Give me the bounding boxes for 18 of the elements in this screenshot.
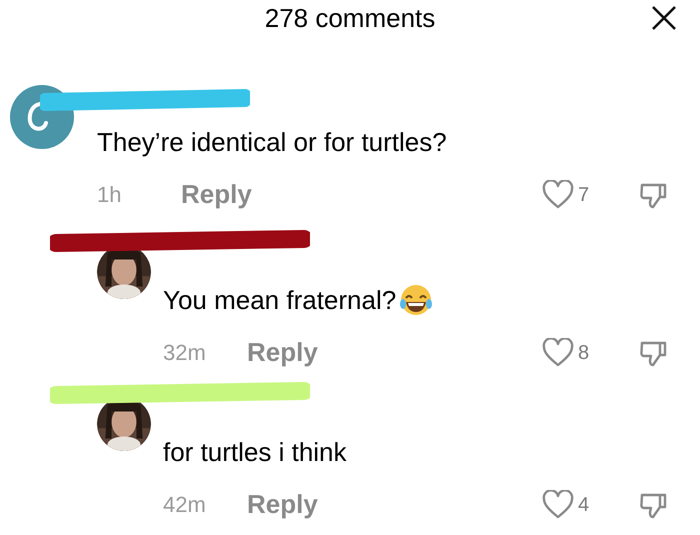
like-count: 8	[578, 340, 590, 366]
reply-link[interactable]: Reply	[181, 175, 252, 214]
comment-time: 1h	[97, 181, 122, 209]
heart-icon[interactable]	[542, 338, 574, 368]
heart-icon[interactable]	[542, 180, 574, 210]
comment-time: 32m	[163, 339, 207, 367]
reply-link[interactable]: Reply	[247, 333, 318, 372]
comment-text: You mean fraternal?	[163, 284, 396, 317]
close-icon[interactable]	[650, 4, 678, 32]
comment-text: for turtles i think	[163, 436, 347, 469]
reply-link[interactable]: Reply	[247, 485, 318, 524]
like-count: 4	[578, 492, 590, 518]
comment-time: 42m	[163, 491, 207, 519]
comments-count-title: 278 comments	[264, 2, 436, 34]
avatar[interactable]	[10, 85, 74, 149]
like-count: 7	[578, 182, 590, 208]
heart-icon[interactable]	[542, 490, 574, 520]
comment-text: They’re identical or for turtles?	[97, 126, 447, 159]
